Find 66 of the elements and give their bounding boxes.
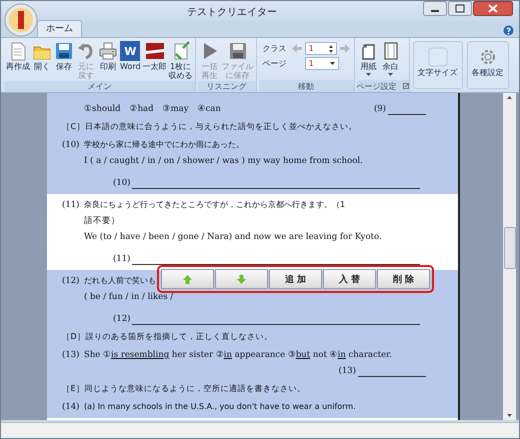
class-label: クラス: [262, 43, 288, 54]
ribbon-button[interactable]: 1枚に収める: [168, 40, 193, 81]
question-number: (12): [62, 275, 80, 287]
question-number: (14): [62, 401, 80, 413]
toolbar-button[interactable]: 追 加: [269, 269, 322, 289]
answer-number: (12): [113, 313, 130, 325]
question-text: We (to / have / been / gone / Nara) and now we are leaving for Kyoto.: [83, 231, 382, 243]
scroll-down-icon: [507, 414, 512, 417]
ribbon-button[interactable]: 用紙: [358, 40, 379, 77]
group-label: メイン: [87, 81, 112, 92]
question-number: (10): [62, 139, 80, 151]
printer-icon: [98, 41, 118, 61]
answer-number: (9): [374, 103, 386, 115]
question-text: I ( a / caught / in / on / shower / was ) my way home from school.: [83, 155, 363, 167]
answer-number: (11): [113, 253, 130, 265]
move-down-button[interactable]: [215, 269, 268, 289]
move-up-button[interactable]: [161, 269, 214, 289]
group-label: 移動: [298, 80, 314, 92]
toolbar-button[interactable]: 入 替: [323, 269, 376, 289]
ribbon-button[interactable]: 一太郎: [142, 40, 167, 72]
answer-number: (13): [338, 365, 356, 377]
question-text: 奈良にちょうど行ってきたところですが，これから京都へ行きます。（1: [84, 199, 346, 211]
right-arrow-icon: [340, 44, 350, 53]
scrollbar-thumb[interactable]: [504, 227, 516, 269]
vertical-scrollbar[interactable]: [503, 93, 516, 420]
question-text: She ①is resembling her sister ②in appearance ③but not ④in character.: [84, 349, 392, 361]
class-spinner[interactable]: 1: [304, 42, 337, 55]
maximize-icon: [448, 1, 472, 16]
question-text: 語不要）: [83, 215, 120, 227]
ribbon-button[interactable]: 印刷: [98, 40, 118, 72]
left-arrow-icon: [292, 44, 302, 53]
question-text: だれも人前で笑いも: [84, 275, 156, 287]
ribbon-button[interactable]: 保存: [54, 40, 74, 72]
ribbon-tab[interactable]: ホーム: [37, 20, 82, 37]
toolbar-button[interactable]: 削 除: [377, 269, 430, 289]
scroll-up-icon: [507, 96, 512, 99]
section-heading: ［E］同じような意味になるように，空所に適語を書きなさい。: [62, 383, 306, 395]
question-block[interactable]: ①should ②had ③may ④can (9) ［C］日本語の意味に合うように，与えられた語句を正しく並べかえなさい。 (10) 学校から家に帰る途中でにわか雨にあった。 I ( a / caught / in / on / shower / was ) my way home from school. (10): [47, 93, 458, 194]
question-number: (13): [62, 349, 80, 361]
question-text: 学校から家に帰る途中でにわか雨にあった。: [84, 139, 244, 151]
help-icon: [503, 25, 514, 36]
ribbon-button[interactable]: 開く: [32, 40, 52, 72]
flag-icon: [144, 41, 165, 61]
group-label: リスニング: [206, 81, 247, 92]
page-dropdown[interactable]: 1: [304, 57, 339, 70]
page-label: ページ: [262, 58, 288, 69]
group-label: ページ設定: [356, 80, 397, 92]
word-icon: W: [120, 41, 140, 61]
spin-arrows-icon: [328, 44, 333, 52]
question-text: (a) In many schools in the U.S.A., you don't have to wear a uniform.: [84, 401, 356, 413]
section-heading: ［C］日本語の意味に合うように，与えられた語句を正しく並べかえなさい。: [62, 121, 358, 133]
dropdown-arrow-icon: [330, 62, 335, 65]
ribbon-button[interactable]: 再作成: [6, 40, 30, 72]
ribbon-button[interactable]: 余白: [380, 40, 401, 77]
section-heading: ［D］誤りのある箇所を指摘して，正しく直しなさい。: [62, 331, 273, 343]
choices-text: ①should ②had ③may ④can: [83, 103, 221, 115]
ribbon-button[interactable]: W Word: [120, 40, 141, 72]
blank-square-icon: [428, 47, 448, 67]
up-arrow-icon: [183, 274, 192, 284]
answer-number: (10): [113, 177, 130, 189]
window-title: テストクリエイター: [186, 6, 278, 19]
question-text: ( be / fun / in / likes /: [83, 291, 174, 303]
minimize-icon: [423, 1, 447, 16]
question-number: (11): [62, 199, 80, 211]
down-arrow-icon: [237, 274, 246, 284]
close-icon: [473, 1, 513, 16]
